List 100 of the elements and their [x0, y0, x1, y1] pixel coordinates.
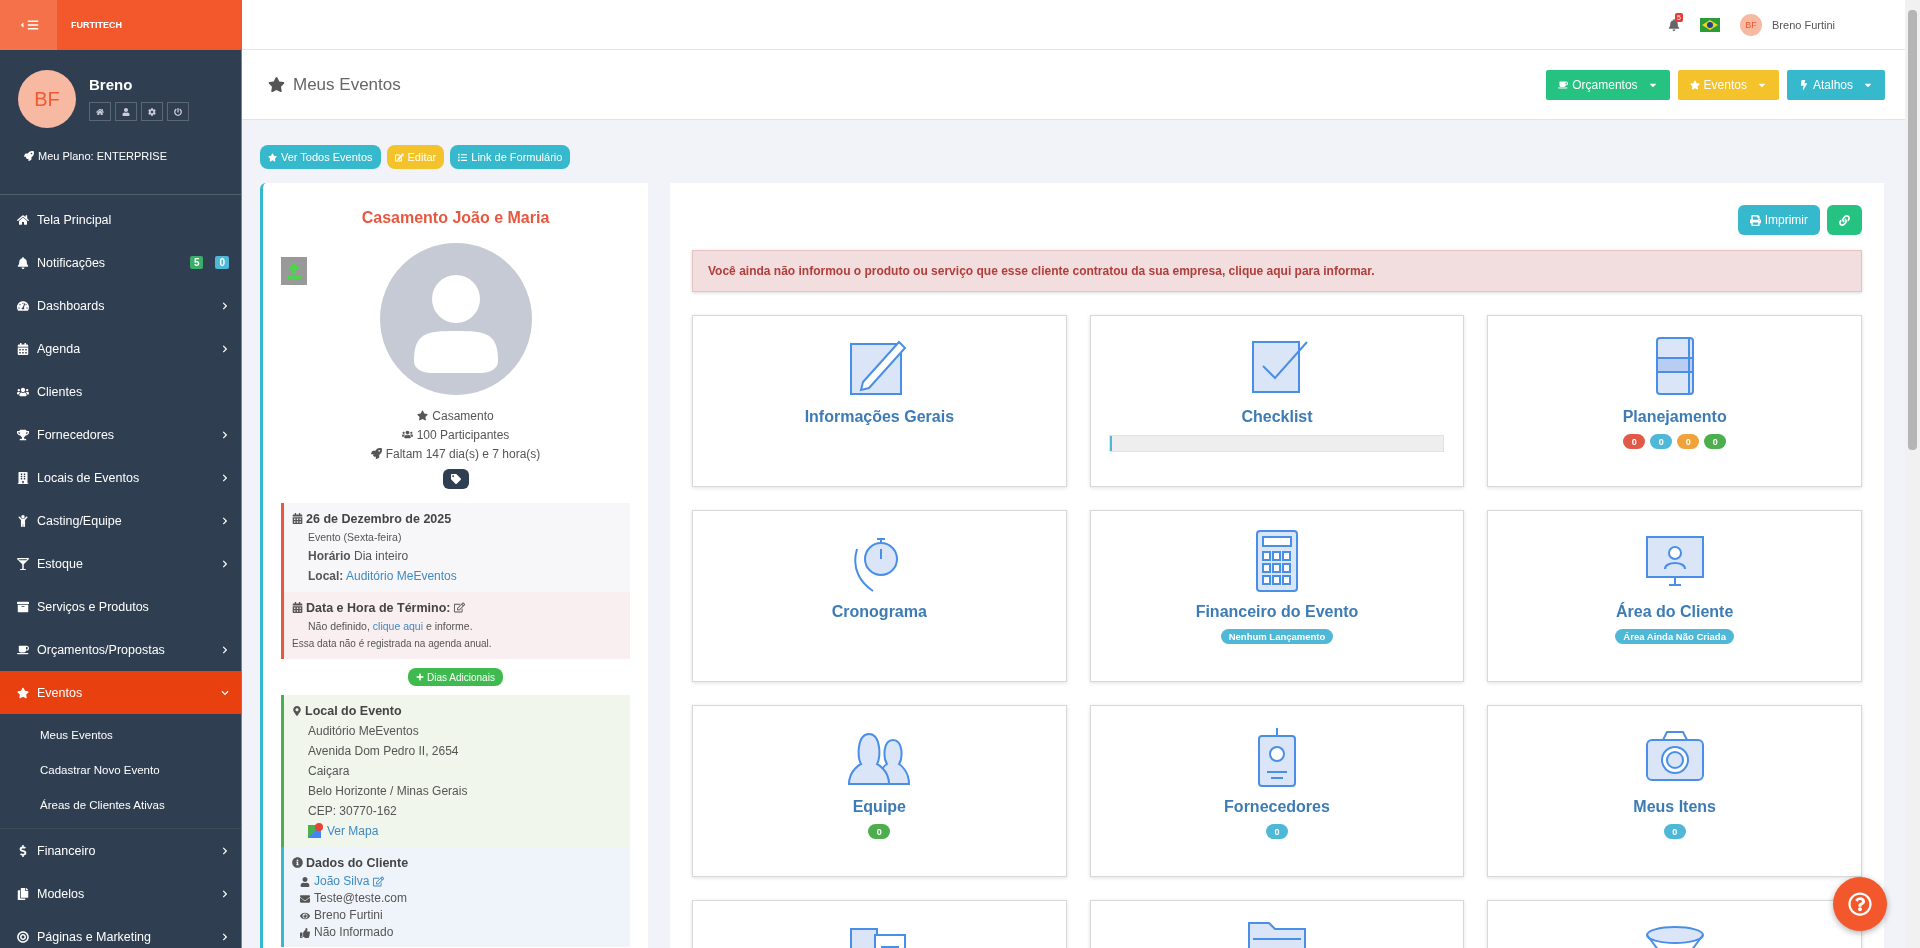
end-date-heading: Data e Hora de Término:: [306, 601, 451, 615]
event-title: Casamento João e Maria: [360, 209, 551, 227]
users-icon: [17, 385, 29, 398]
sidebar-item[interactable]: Estoque: [0, 542, 241, 585]
tile-title: Informações Gerais: [804, 408, 955, 426]
weekday-text: Evento (Sexta-feira): [307, 530, 403, 545]
client-heading: Dados do Cliente: [306, 856, 409, 870]
alert-message[interactable]: Você ainda não informou o produto ou serviço que esse cliente contratou da sua empresa, clique aqui para informar.: [692, 250, 1862, 292]
sidebar-item[interactable]: Notificações 5 0: [0, 241, 241, 284]
count-badge: 0: [1704, 434, 1727, 449]
sidebar-item[interactable]: Fornecedores: [0, 413, 241, 456]
sidebar-item[interactable]: Agenda: [0, 327, 241, 370]
page-title: Meus Eventos: [293, 74, 402, 95]
sidebar-item[interactable]: Orçamentos/Propostas: [0, 628, 241, 671]
target-icon: [17, 930, 29, 943]
dollar-icon: [17, 844, 29, 857]
map-icon: [308, 822, 324, 838]
sidebar-item[interactable]: Eventos: [0, 671, 241, 714]
calendar-icon: [17, 342, 29, 355]
address-line: Auditório MeEventos: [307, 723, 420, 740]
settings-button[interactable]: [141, 102, 163, 121]
set-date-link[interactable]: clique aqui: [372, 620, 423, 632]
users-icon: [401, 429, 413, 440]
add-days-button[interactable]: Dias Adicionais: [408, 668, 503, 686]
help-icon: [1848, 892, 1872, 916]
count-badge: 0: [1677, 434, 1700, 449]
field-label: Horário: [308, 549, 351, 563]
pin-icon: [292, 706, 302, 716]
address-line: Belo Horizonte / Minas Gerais: [307, 783, 469, 800]
module-tile[interactable]: Meus Itens 0: [1487, 705, 1862, 877]
sidebar-item[interactable]: Casting/Equipe: [0, 499, 241, 542]
home-icon: [17, 213, 29, 226]
submenu-item[interactable]: Áreas de Clientes Ativas: [0, 787, 241, 822]
sidebar-item[interactable]: Modelos: [0, 872, 241, 915]
user-name[interactable]: Breno Furtini: [1772, 18, 1835, 31]
flag-icon[interactable]: [1700, 17, 1720, 32]
building-icon: [17, 471, 29, 484]
address-line: Avenida Dom Pedro II, 2654: [307, 743, 460, 760]
tile-title: Cronograma: [831, 603, 927, 621]
person-icon: [17, 514, 29, 527]
link-icon: [1839, 214, 1850, 226]
star-icon: [417, 410, 429, 421]
module-tile[interactable]: Checklist: [1089, 315, 1465, 487]
event-fact: Casamento: [281, 407, 630, 426]
calendar-note: Essa data não é registrada na agenda anual.: [292, 637, 493, 651]
user-icon: [300, 876, 310, 887]
menu-button[interactable]: [0, 0, 57, 50]
print-button[interactable]: Imprimir: [1737, 205, 1820, 235]
edit-icon[interactable]: [373, 876, 385, 887]
client-phone: Não Informado: [314, 924, 394, 941]
count-badge: 0: [1623, 434, 1646, 449]
tile-title: Checklist: [1241, 408, 1313, 426]
date-heading: 26 de Dezembro de 2025: [306, 512, 452, 526]
plus-icon: [416, 673, 425, 681]
client-link[interactable]: João Silva: [314, 873, 370, 890]
logout-button[interactable]: [167, 102, 189, 121]
sidebar-item[interactable]: Dashboards: [0, 284, 241, 327]
profile-button[interactable]: [115, 102, 137, 121]
scrollbar[interactable]: [1905, 0, 1920, 948]
module-tile[interactable]: Financeiro do Evento Nenhum Lançamento: [1089, 510, 1465, 682]
user-avatar: BF: [18, 70, 76, 128]
edit-icon[interactable]: [453, 602, 465, 613]
action-button[interactable]: Ver Todos Eventos: [260, 145, 381, 169]
sidebar-item[interactable]: Financeiro: [0, 829, 241, 872]
module-tile[interactable]: Cronograma: [692, 510, 1067, 682]
module-tile[interactable]: Fornecedores 0: [1089, 705, 1465, 877]
submenu-item[interactable]: Meus Eventos: [0, 717, 241, 752]
pencil-icon: [394, 152, 404, 162]
sidebar-item[interactable]: Páginas e Marketing: [0, 915, 241, 948]
sidebar-item[interactable]: Tela Principal: [0, 198, 241, 241]
address-line: CEP: 30770-162: [307, 803, 398, 820]
sidebar-item[interactable]: Serviços e Produtos: [0, 585, 241, 628]
dropdown-button[interactable]: Orçamentos: [1546, 69, 1670, 100]
bell-icon[interactable]: [1668, 18, 1680, 31]
dropdown-button[interactable]: Atalhos: [1786, 69, 1885, 100]
tile-title: Fornecedores: [1224, 798, 1330, 816]
module-tile[interactable]: Equipe 0: [692, 705, 1067, 877]
star-icon: [268, 76, 285, 93]
tag-button[interactable]: [442, 469, 469, 489]
sidebar-item[interactable]: Locais de Eventos: [0, 456, 241, 499]
brand-name: FURTITECH: [71, 20, 122, 30]
star-icon: [17, 686, 29, 699]
home-button[interactable]: [89, 102, 111, 121]
dashboard-icon: [17, 299, 29, 312]
power-icon: [174, 107, 182, 116]
status-badge: Nenhum Lançamento: [1220, 629, 1334, 644]
client-email: Teste@teste.com: [314, 890, 407, 907]
link-button[interactable]: [1827, 205, 1862, 235]
tile-title: Equipe: [852, 798, 906, 816]
rocket-icon: [24, 151, 34, 161]
submenu-item[interactable]: Cadastrar Novo Evento: [0, 752, 241, 787]
module-tile[interactable]: Informações Gerais: [692, 315, 1067, 487]
module-tile[interactable]: Área do Cliente Área Ainda Não Criada: [1487, 510, 1862, 682]
info-icon: [292, 857, 303, 868]
sidebar-item[interactable]: Clientes: [0, 370, 241, 413]
action-button[interactable]: Link de Formulário: [450, 145, 571, 169]
module-tile[interactable]: Planejamento 0 0 0 0: [1487, 315, 1862, 487]
venue-link[interactable]: Auditório MeEventos: [346, 569, 457, 583]
caret-icon: [18, 21, 26, 29]
map-link[interactable]: Ver Mapa: [327, 824, 379, 838]
